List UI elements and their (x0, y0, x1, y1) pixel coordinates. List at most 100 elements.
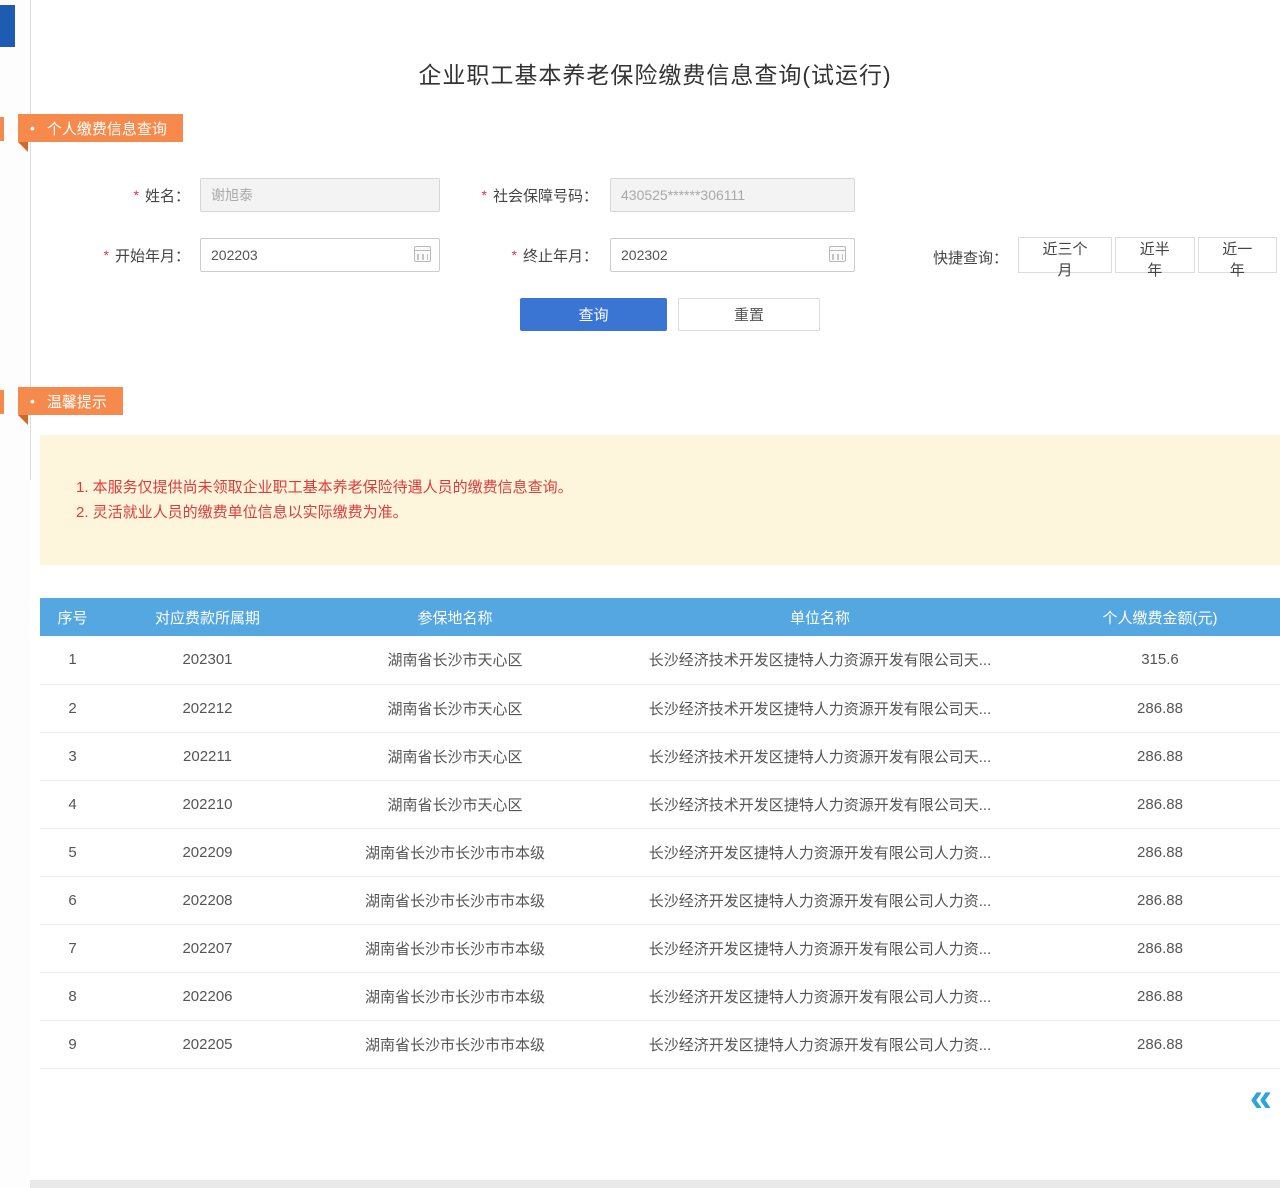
query-button[interactable]: 查询 (520, 298, 667, 331)
calendar-icon[interactable] (829, 246, 846, 262)
table-row: 4202210湖南省长沙市天心区长沙经济技术开发区捷特人力资源开发有限公司天..… (40, 780, 1280, 828)
table-cell: 315.6 (1040, 636, 1280, 684)
table-row: 3202211湖南省长沙市天心区长沙经济技术开发区捷特人力资源开发有限公司天..… (40, 732, 1280, 780)
table-row: 8202206湖南省长沙市长沙市市本级长沙经济开发区捷特人力资源开发有限公司人力… (40, 972, 1280, 1020)
table-cell: 湖南省长沙市天心区 (310, 732, 600, 780)
table-row: 1202301湖南省长沙市天心区长沙经济技术开发区捷特人力资源开发有限公司天..… (40, 636, 1280, 684)
table-cell: 6 (40, 876, 105, 924)
table-cell: 202206 (105, 972, 310, 1020)
table-cell: 长沙经济技术开发区捷特人力资源开发有限公司天... (600, 684, 1040, 732)
table-cell: 5 (40, 828, 105, 876)
table-cell: 长沙经济开发区捷特人力资源开发有限公司人力资... (600, 1020, 1040, 1068)
end-month-input[interactable] (610, 238, 855, 272)
ribbon-sliver (0, 117, 4, 141)
table-cell: 湖南省长沙市长沙市市本级 (310, 1020, 600, 1068)
table-cell: 长沙经济技术开发区捷特人力资源开发有限公司天... (600, 780, 1040, 828)
table-row: 7202207湖南省长沙市长沙市市本级长沙经济开发区捷特人力资源开发有限公司人力… (40, 924, 1280, 972)
tips-badge-label: 温馨提示 (47, 391, 107, 412)
personal-query-section-badge: • 个人缴费信息查询 (18, 114, 183, 142)
table-cell: 长沙经济开发区捷特人力资源开发有限公司人力资... (600, 924, 1040, 972)
table-cell: 湖南省长沙市长沙市市本级 (310, 828, 600, 876)
table-cell: 202208 (105, 876, 310, 924)
required-mark: * (482, 187, 487, 203)
ssn-label: * 社会保障号码： (430, 178, 598, 212)
name-label-text: 姓名： (145, 185, 190, 206)
table-cell: 202207 (105, 924, 310, 972)
table-cell: 长沙经济技术开发区捷特人力资源开发有限公司天... (600, 732, 1040, 780)
ribbon-fold (18, 415, 28, 425)
payment-records-table: 序号对应费款所属期参保地名称单位名称个人缴费金额(元) 1202301湖南省长沙… (40, 598, 1280, 1069)
bottom-scrollbar[interactable] (30, 1180, 1280, 1188)
table-row: 2202212湖南省长沙市天心区长沙经济技术开发区捷特人力资源开发有限公司天..… (40, 684, 1280, 732)
end-month-field (610, 238, 855, 272)
table-cell: 286.88 (1040, 1020, 1280, 1068)
required-mark: * (512, 247, 517, 263)
table-cell: 湖南省长沙市长沙市市本级 (310, 972, 600, 1020)
table-cell: 3 (40, 732, 105, 780)
pension-query-page: 企业职工基本养老保险缴费信息查询(试运行) • 个人缴费信息查询 * 姓名： *… (0, 0, 1280, 1188)
column-header: 序号 (40, 598, 105, 636)
table-cell: 286.88 (1040, 924, 1280, 972)
ssn-label-text: 社会保障号码： (493, 185, 598, 206)
table-cell: 湖南省长沙市长沙市市本级 (310, 876, 600, 924)
column-header: 对应费款所属期 (105, 598, 310, 636)
table-cell: 长沙经济开发区捷特人力资源开发有限公司人力资... (600, 828, 1040, 876)
name-input[interactable] (200, 178, 440, 212)
table-cell: 202209 (105, 828, 310, 876)
quick-query-button[interactable]: 近一年 (1198, 237, 1278, 273)
tip-line: 1. 本服务仅提供尚未领取企业职工基本养老保险待遇人员的缴费信息查询。 (76, 475, 1280, 500)
table-cell: 长沙经济开发区捷特人力资源开发有限公司人力资... (600, 972, 1040, 1020)
required-mark: * (134, 187, 139, 203)
start-month-label: * 开始年月： (60, 238, 190, 272)
table-cell: 湖南省长沙市天心区 (310, 636, 600, 684)
ribbon-sliver (0, 390, 4, 414)
tips-section-badge: • 温馨提示 (18, 387, 123, 415)
table-header-row: 序号对应费款所属期参保地名称单位名称个人缴费金额(元) (40, 598, 1280, 636)
start-month-input[interactable] (200, 238, 440, 272)
end-month-label: * 终止年月： (430, 238, 598, 272)
table-row: 9202205湖南省长沙市长沙市市本级长沙经济开发区捷特人力资源开发有限公司人力… (40, 1020, 1280, 1068)
required-mark: * (104, 247, 109, 263)
tip-line: 2. 灵活就业人员的缴费单位信息以实际缴费为准。 (76, 500, 1280, 525)
calendar-icon[interactable] (414, 246, 431, 262)
quick-query-button[interactable]: 近半年 (1115, 237, 1195, 273)
table-cell: 1 (40, 636, 105, 684)
table-cell: 286.88 (1040, 972, 1280, 1020)
section-badge-label: 个人缴费信息查询 (47, 118, 167, 139)
column-header: 参保地名称 (310, 598, 600, 636)
start-month-label-text: 开始年月： (115, 245, 190, 266)
table-cell: 286.88 (1040, 828, 1280, 876)
table-cell: 202210 (105, 780, 310, 828)
column-header: 单位名称 (600, 598, 1040, 636)
reset-button[interactable]: 重置 (678, 298, 820, 331)
table-cell: 286.88 (1040, 780, 1280, 828)
table-cell: 长沙经济开发区捷特人力资源开发有限公司人力资... (600, 876, 1040, 924)
table-cell: 湖南省长沙市天心区 (310, 684, 600, 732)
table-cell: 2 (40, 684, 105, 732)
table-cell: 7 (40, 924, 105, 972)
table-cell: 湖南省长沙市长沙市市本级 (310, 924, 600, 972)
bullet-icon: • (30, 120, 35, 136)
table-row: 6202208湖南省长沙市长沙市市本级长沙经济开发区捷特人力资源开发有限公司人力… (40, 876, 1280, 924)
side-tab[interactable] (0, 5, 15, 47)
quick-query-button[interactable]: 近三个月 (1018, 237, 1112, 273)
table-cell: 9 (40, 1020, 105, 1068)
table-cell: 4 (40, 780, 105, 828)
collapse-chevron-icon[interactable]: « (1250, 1078, 1272, 1118)
table-cell: 湖南省长沙市天心区 (310, 780, 600, 828)
table-body: 1202301湖南省长沙市天心区长沙经济技术开发区捷特人力资源开发有限公司天..… (40, 636, 1280, 1068)
tips-list: 1. 本服务仅提供尚未领取企业职工基本养老保险待遇人员的缴费信息查询。2. 灵活… (40, 435, 1280, 565)
table-cell: 202205 (105, 1020, 310, 1068)
table-cell: 286.88 (1040, 732, 1280, 780)
name-label: * 姓名： (60, 178, 190, 212)
table-cell: 202212 (105, 684, 310, 732)
ssn-input[interactable] (610, 178, 855, 212)
start-month-field (200, 238, 440, 272)
table-cell: 286.88 (1040, 684, 1280, 732)
end-month-label-text: 终止年月： (523, 245, 598, 266)
quick-query-buttons: 近三个月近半年近一年 (1018, 237, 1280, 273)
ribbon-fold (18, 142, 28, 152)
table-cell: 286.88 (1040, 876, 1280, 924)
table-row: 5202209湖南省长沙市长沙市市本级长沙经济开发区捷特人力资源开发有限公司人力… (40, 828, 1280, 876)
table-cell: 202211 (105, 732, 310, 780)
